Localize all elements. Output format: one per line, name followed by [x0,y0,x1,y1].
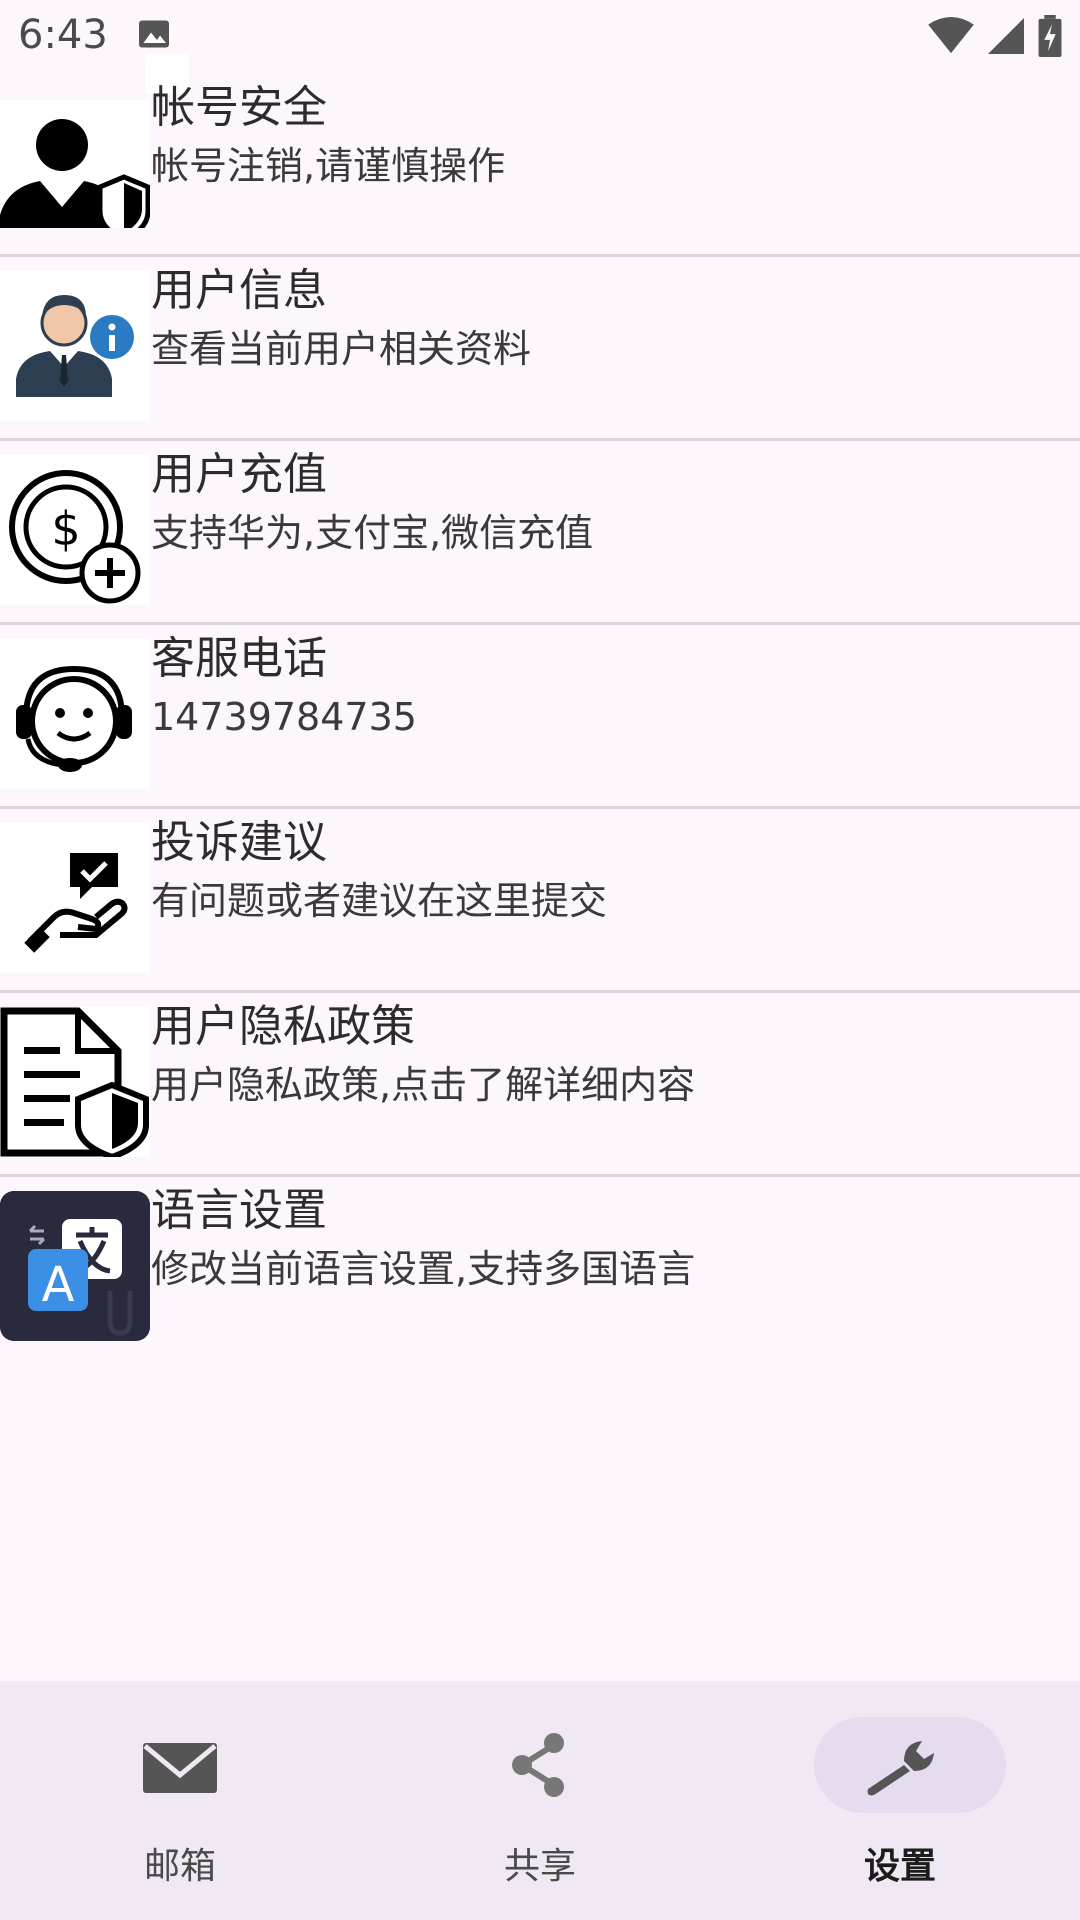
customer-service-icon [0,639,150,789]
language-icon: A [0,1191,150,1341]
mail-icon [143,1743,217,1793]
settings-item-title: 用户信息 [151,265,327,316]
settings-list: 帐号安全 帐号注销,请谨慎操作 用户信息 查看当前用户相关资料 $ 用户充值 支… [0,74,1080,1358]
user-info-icon [0,271,150,421]
settings-item-subtitle: 查看当前用户相关资料 [151,327,532,371]
svg-text:A: A [42,1257,75,1313]
nav-label: 设置 [863,1846,936,1887]
settings-item-subtitle: 支持华为,支付宝,微信充值 [151,511,594,555]
settings-item-language[interactable]: A 语言设置 修改当前语言设置,支持多国语言 [0,1177,1080,1358]
settings-item-account-security[interactable]: 帐号安全 帐号注销,请谨慎操作 [0,74,1080,257]
settings-item-subtitle: 14739784735 [151,695,417,739]
settings-item-customer-service[interactable]: 客服电话 14739784735 [0,625,1080,809]
settings-item-title: 语言设置 [151,1185,327,1236]
settings-item-recharge[interactable]: $ 用户充值 支持华为,支付宝,微信充值 [0,441,1080,625]
settings-item-title: 用户隐私政策 [151,1001,415,1052]
battery-icon [1038,15,1062,57]
settings-item-title: 客服电话 [151,633,327,684]
screen: 6:43 帐号安全 帐号注销,请谨慎操作 用户信息 查看当前用户相关资料 $ 用… [0,0,1080,1920]
status-icons [928,14,1062,58]
account-security-icon [0,100,150,228]
recharge-icon: $ [0,455,150,605]
settings-item-subtitle: 有问题或者建议在这里提交 [151,879,608,923]
settings-item-user-info[interactable]: 用户信息 查看当前用户相关资料 [0,257,1080,441]
settings-item-subtitle: 用户隐私政策,点击了解详细内容 [151,1063,696,1107]
cell-signal-icon [988,18,1024,54]
svg-text:$: $ [51,502,80,556]
status-time: 6:43 [18,12,108,58]
settings-item-title: 投诉建议 [151,817,327,868]
share-icon [512,1733,564,1797]
wrench-icon [867,1741,934,1796]
feedback-icon [0,823,150,973]
settings-item-privacy-policy[interactable]: 用户隐私政策 用户隐私政策,点击了解详细内容 [0,993,1080,1177]
settings-item-feedback[interactable]: 投诉建议 有问题或者建议在这里提交 [0,809,1080,993]
nav-tab-settings[interactable]: 设置 [720,1681,1080,1920]
settings-item-title: 用户充值 [151,449,327,500]
wifi-icon [928,17,974,54]
nav-tab-share[interactable]: 共享 [360,1681,720,1920]
privacy-policy-icon [0,1007,150,1157]
nav-tab-mail[interactable]: 邮箱 [0,1681,360,1920]
settings-item-title: 帐号安全 [151,82,327,133]
nav-label: 邮箱 [143,1846,216,1887]
settings-item-subtitle: 修改当前语言设置,支持多国语言 [151,1247,696,1291]
status-bar: 6:43 [0,0,1080,94]
bottom-nav: 邮箱 共享 设置 [0,1681,1080,1920]
nav-label: 共享 [503,1846,576,1887]
settings-item-subtitle: 帐号注销,请谨慎操作 [151,144,506,188]
photo-notification-icon [139,20,169,48]
